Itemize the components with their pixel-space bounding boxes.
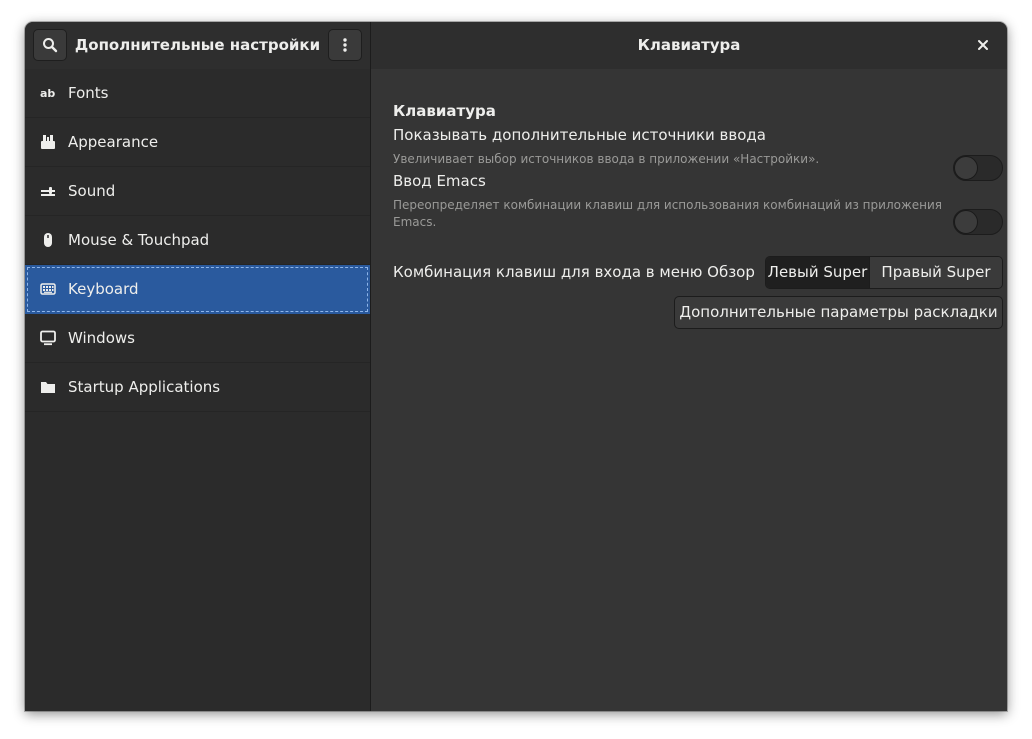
folder-icon [40, 379, 56, 395]
sidebar-item-sound[interactable]: Sound [25, 167, 370, 216]
svg-text:ab: ab [40, 87, 55, 100]
emacs-switch[interactable] [953, 209, 1003, 235]
page-title: Клавиатура [637, 36, 741, 54]
switch-knob [954, 210, 978, 234]
menu-button[interactable] [328, 29, 362, 61]
close-button[interactable] [971, 33, 995, 57]
sidebar-item-label: Startup Applications [68, 378, 221, 396]
overview-key-label: Комбинация клавиш для входа в меню Обзор [393, 263, 755, 281]
sidebar-item-fonts[interactable]: ab Fonts [25, 69, 370, 118]
sidebar-item-label: Appearance [68, 133, 159, 151]
sidebar-item-label: Fonts [68, 84, 109, 102]
sidebar-item-label: Windows [68, 329, 135, 347]
emacs-description-line2: Emacs. [393, 215, 437, 229]
sidebar-item-label: Mouse & Touchpad [68, 231, 210, 249]
sidebar-item-mouse-touchpad[interactable]: Mouse & Touchpad [25, 216, 370, 265]
extra-sources-description: Увеличивает выбор источников ввода в при… [393, 152, 820, 166]
keyboard-icon [40, 281, 56, 297]
extra-sources-label: Показывать дополнительные источники ввод… [393, 126, 766, 144]
header-bar: Дополнительные настройки Клавиатура [25, 22, 1007, 69]
appearance-icon [40, 134, 56, 150]
sidebar: ab Fonts Appearance Sound Mouse & Touchp… [25, 69, 371, 711]
left-super-option[interactable]: Левый Super [766, 257, 869, 288]
header-left: Дополнительные настройки [25, 22, 371, 69]
monitor-icon [40, 330, 56, 346]
search-button[interactable] [33, 29, 67, 61]
sidebar-item-label: Sound [68, 182, 116, 200]
sidebar-item-label: Keyboard [68, 280, 139, 298]
advanced-layout-options-button[interactable]: Дополнительные параметры раскладки [674, 296, 1003, 329]
extra-sources-switch[interactable] [953, 155, 1003, 181]
sidebar-item-windows[interactable]: Windows [25, 314, 370, 363]
close-icon [978, 40, 988, 50]
mouse-icon [40, 232, 56, 248]
right-super-option[interactable]: Правый Super [869, 257, 1002, 288]
sidebar-item-keyboard[interactable]: Keyboard [25, 265, 370, 314]
sidebar-item-appearance[interactable]: Appearance [25, 118, 370, 167]
overview-key-selector: Левый Super Правый Super [765, 256, 1003, 289]
section-title: Клавиатура [393, 102, 496, 120]
emacs-description-line1: Переопределяет комбинации клавиш для исп… [393, 198, 943, 212]
tweaks-window: Дополнительные настройки Клавиатура ab F… [25, 22, 1007, 711]
keyboard-panel: Клавиатура Показывать дополнительные ист… [371, 69, 1007, 711]
vertical-dots-icon [343, 38, 347, 52]
emacs-label: Ввод Emacs [393, 172, 486, 190]
fonts-icon: ab [40, 85, 56, 101]
header-right: Клавиатура [371, 22, 1007, 69]
switch-knob [954, 156, 978, 180]
sound-icon [40, 183, 56, 199]
sidebar-item-startup-applications[interactable]: Startup Applications [25, 363, 370, 412]
app-title: Дополнительные настройки [74, 36, 321, 54]
search-icon [43, 38, 58, 53]
